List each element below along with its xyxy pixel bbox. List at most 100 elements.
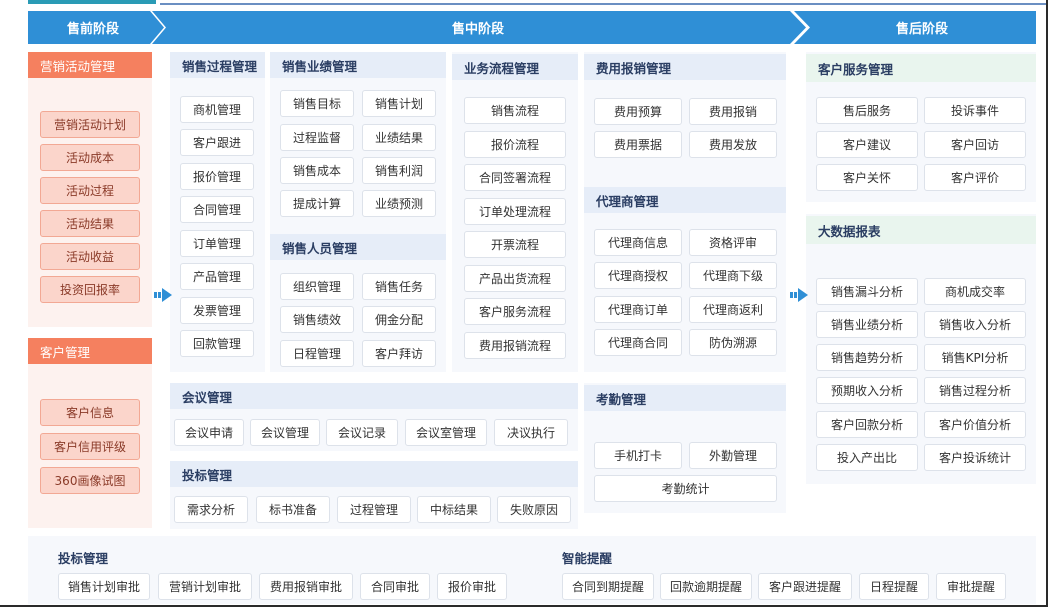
workflow-item[interactable]: 报价流程	[464, 131, 566, 158]
marketing-item[interactable]: 投资回报率	[40, 276, 140, 303]
workflow-item[interactable]: 合同签署流程	[464, 164, 566, 191]
meeting-item[interactable]: 决议执行	[494, 419, 568, 446]
approval-item[interactable]: 合同审批	[360, 573, 430, 600]
service-item[interactable]: 客户建议	[816, 131, 918, 158]
expense-item[interactable]: 费用报销	[689, 98, 777, 125]
sales-process-item[interactable]: 发票管理	[180, 297, 254, 324]
approval-item[interactable]: 报价审批	[437, 573, 507, 600]
service-item[interactable]: 投诉事件	[924, 97, 1026, 124]
customer-item[interactable]: 客户信息	[40, 399, 140, 426]
sales-staff-item[interactable]: 佣金分配	[362, 306, 436, 333]
agent-item[interactable]: 代理商下级	[689, 262, 777, 289]
agent-item[interactable]: 代理商信息	[594, 229, 682, 256]
agent-item[interactable]: 防伪溯源	[689, 329, 777, 356]
bigdata-title: 大数据报表	[806, 216, 1036, 244]
sales-process-item[interactable]: 产品管理	[180, 263, 254, 290]
agent-item[interactable]: 代理商授权	[594, 262, 682, 289]
agent-item[interactable]: 代理商订单	[594, 296, 682, 323]
sales-performance-item[interactable]: 业绩预测	[362, 190, 436, 217]
service-title: 客户服务管理	[806, 54, 1036, 82]
sales-performance-item[interactable]: 过程监督	[280, 124, 354, 151]
bidding-item[interactable]: 标书准备	[256, 496, 330, 523]
meeting-item[interactable]: 会议管理	[250, 419, 320, 446]
sales-staff-item[interactable]: 销售绩效	[280, 306, 354, 333]
approval-item[interactable]: 费用报销审批	[259, 573, 353, 600]
bigdata-item[interactable]: 客户价值分析	[924, 411, 1026, 438]
bigdata-item[interactable]: 销售收入分析	[924, 311, 1026, 338]
agent-item[interactable]: 代理商合同	[594, 329, 682, 356]
meeting-title: 会议管理	[170, 383, 578, 409]
bidding-item[interactable]: 失败原因	[497, 496, 571, 523]
marketing-title: 营销活动管理	[28, 52, 152, 78]
bottom-left-title: 投标管理	[58, 551, 109, 566]
sales-staff-item[interactable]: 组织管理	[280, 273, 354, 300]
marketing-item[interactable]: 活动收益	[40, 243, 140, 270]
reminder-item[interactable]: 客户跟进提醒	[758, 573, 852, 600]
sales-staff-item[interactable]: 销售任务	[362, 273, 436, 300]
marketing-item[interactable]: 活动结果	[40, 210, 140, 237]
workflow-item[interactable]: 订单处理流程	[464, 198, 566, 225]
sales-process-item[interactable]: 订单管理	[180, 230, 254, 257]
bigdata-item[interactable]: 投入产出比	[816, 444, 918, 471]
expense-item[interactable]: 费用预算	[594, 98, 682, 125]
sales-process-item[interactable]: 报价管理	[180, 163, 254, 190]
sales-process-item[interactable]: 回款管理	[180, 330, 254, 357]
sales-performance-item[interactable]: 业绩结果	[362, 124, 436, 151]
service-item[interactable]: 售后服务	[816, 97, 918, 124]
workflow-item[interactable]: 产品出货流程	[464, 265, 566, 292]
sales-process-item[interactable]: 合同管理	[180, 196, 254, 223]
meeting-item[interactable]: 会议记录	[326, 419, 398, 446]
bidding-item[interactable]: 过程管理	[337, 496, 411, 523]
reminder-item[interactable]: 审批提醒	[936, 573, 1006, 600]
reminder-item[interactable]: 回款逾期提醒	[660, 573, 752, 600]
bigdata-item[interactable]: 销售过程分析	[924, 377, 1026, 404]
sales-staff-item[interactable]: 日程管理	[280, 340, 354, 367]
sales-performance-item[interactable]: 销售目标	[280, 90, 354, 117]
sales-performance-item[interactable]: 销售成本	[280, 157, 354, 184]
workflow-item[interactable]: 费用报销流程	[464, 332, 566, 359]
bigdata-item[interactable]: 销售漏斗分析	[816, 278, 918, 305]
bigdata-item[interactable]: 客户投诉统计	[924, 444, 1026, 471]
service-item[interactable]: 客户关怀	[816, 164, 918, 191]
attendance-item[interactable]: 手机打卡	[594, 442, 682, 469]
bigdata-item[interactable]: 预期收入分析	[816, 377, 918, 404]
agent-item[interactable]: 资格评审	[689, 229, 777, 256]
expense-item[interactable]: 费用发放	[689, 131, 777, 158]
approval-item[interactable]: 营销计划审批	[158, 573, 252, 600]
marketing-item[interactable]: 活动成本	[40, 144, 140, 171]
meeting-item[interactable]: 会议申请	[174, 419, 244, 446]
bigdata-item[interactable]: 销售KPI分析	[924, 344, 1026, 371]
attendance-item[interactable]: 外勤管理	[689, 442, 777, 469]
attendance-item[interactable]: 考勤统计	[594, 475, 777, 502]
bigdata-item[interactable]: 客户回款分析	[816, 411, 918, 438]
reminder-item[interactable]: 合同到期提醒	[562, 573, 654, 600]
agent-item[interactable]: 代理商返利	[689, 296, 777, 323]
workflow-item[interactable]: 销售流程	[464, 97, 566, 124]
bigdata-item[interactable]: 销售业绩分析	[816, 311, 918, 338]
expense-item[interactable]: 费用票据	[594, 131, 682, 158]
service-item[interactable]: 客户回访	[924, 131, 1026, 158]
reminder-item[interactable]: 日程提醒	[859, 573, 929, 600]
bidding-item[interactable]: 中标结果	[417, 496, 491, 523]
marketing-item[interactable]: 营销活动计划	[40, 111, 140, 138]
bigdata-item[interactable]: 销售趋势分析	[816, 344, 918, 371]
meeting-item[interactable]: 会议室管理	[405, 419, 487, 446]
marketing-item[interactable]: 活动过程	[40, 177, 140, 204]
bigdata-item[interactable]: 商机成交率	[924, 278, 1026, 305]
workflow-title: 业务流程管理	[452, 54, 578, 80]
customer-item[interactable]: 客户信用评级	[40, 433, 140, 460]
bidding-item[interactable]: 需求分析	[174, 496, 248, 523]
sales-process-item[interactable]: 客户跟进	[180, 129, 254, 156]
workflow-item[interactable]: 客户服务流程	[464, 298, 566, 325]
workflow-item[interactable]: 开票流程	[464, 231, 566, 258]
sales-performance-item[interactable]: 提成计算	[280, 190, 354, 217]
sales-performance-item[interactable]: 销售计划	[362, 90, 436, 117]
sales-performance-item[interactable]: 销售利润	[362, 157, 436, 184]
sales-staff-item[interactable]: 客户拜访	[362, 340, 436, 367]
arrow-right-icon	[154, 288, 172, 302]
stage-presale: 售前阶段	[66, 22, 119, 37]
customer-item[interactable]: 360画像试图	[40, 467, 140, 494]
sales-process-item[interactable]: 商机管理	[180, 96, 254, 123]
approval-item[interactable]: 销售计划审批	[58, 573, 150, 600]
service-item[interactable]: 客户评价	[924, 164, 1026, 191]
